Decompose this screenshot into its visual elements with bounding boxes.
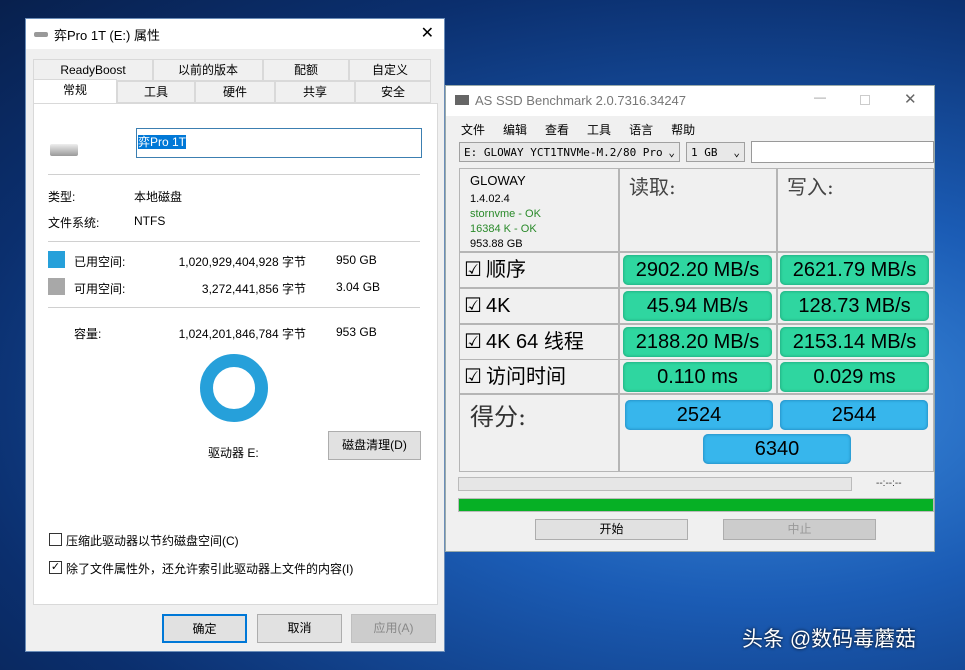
ok-button[interactable]: 确定 bbox=[162, 614, 247, 643]
drive-label: 驱动器 E: bbox=[208, 444, 259, 461]
menu-language[interactable]: 语言 bbox=[629, 121, 653, 138]
row-checkbox-icon[interactable]: ☑ bbox=[464, 289, 482, 323]
window-title: AS SSD Benchmark 2.0.7316.34247 bbox=[475, 93, 686, 108]
size-select[interactable]: 1 GB⌄ bbox=[686, 142, 745, 162]
tab-previous-versions[interactable]: 以前的版本 bbox=[153, 59, 263, 81]
free-color-swatch bbox=[48, 278, 65, 295]
score-write: 2544 bbox=[780, 400, 928, 430]
drive-select[interactable]: E: GLOWAY YCT1TNVMe-M.2/80 Pro⌄ bbox=[459, 142, 680, 162]
tab-general[interactable]: 常规 bbox=[33, 79, 117, 103]
score-read: 2524 bbox=[625, 400, 773, 430]
type-value: 本地磁盘 bbox=[134, 188, 182, 205]
used-size: 950 GB bbox=[336, 253, 377, 267]
free-label: 可用空间: bbox=[74, 280, 125, 297]
type-label: 类型: bbox=[48, 188, 75, 205]
row-label-cell: ☑ 顺序 bbox=[459, 252, 619, 288]
app-icon bbox=[455, 95, 469, 105]
write-value: 128.73 MB/s bbox=[780, 291, 929, 321]
elapsed-time: --:--:-- bbox=[876, 478, 902, 489]
used-label: 已用空间: bbox=[74, 253, 125, 270]
read-value: 0.110 ms bbox=[623, 362, 772, 392]
row-label-cell: ☑ 访问时间 bbox=[459, 359, 619, 394]
write-value: 2153.14 MB/s bbox=[780, 327, 929, 357]
capacity-size: 953 GB bbox=[336, 325, 377, 339]
disk-cleanup-button[interactable]: 磁盘清理(D) bbox=[328, 431, 421, 460]
general-panel: 弈Pro 1T 类型: 本地磁盘 文件系统: NTFS 已用空间: 1,020,… bbox=[33, 103, 438, 605]
menu-help[interactable]: 帮助 bbox=[671, 121, 695, 138]
row-label: 4K bbox=[486, 289, 510, 323]
start-button[interactable]: 开始 bbox=[535, 519, 688, 540]
used-bytes: 1,020,929,404,928 字节 bbox=[174, 253, 306, 270]
row-label: 访问时间 bbox=[486, 360, 566, 394]
volume-name-input[interactable]: 弈Pro 1T bbox=[136, 128, 422, 158]
tab-customize[interactable]: 自定义 bbox=[349, 59, 431, 81]
read-value: 2902.20 MB/s bbox=[623, 255, 772, 285]
row-checkbox-icon[interactable]: ☑ bbox=[464, 253, 482, 287]
capacity-label: 容量: bbox=[74, 325, 101, 342]
apply-button[interactable]: 应用(A) bbox=[351, 614, 436, 643]
write-value: 0.029 ms bbox=[780, 362, 929, 392]
tab-hardware[interactable]: 硬件 bbox=[195, 81, 275, 103]
cancel-button[interactable]: 取消 bbox=[257, 614, 342, 643]
score-label-cell: 得分: bbox=[459, 394, 619, 472]
read-value: 45.94 MB/s bbox=[623, 291, 772, 321]
as-ssd-window: AS SSD Benchmark 2.0.7316.34247 — ✕ 文件 编… bbox=[445, 85, 935, 552]
window-title: 弈Pro 1T (E:) 属性 bbox=[54, 25, 160, 44]
capacity-bytes: 1,024,201,846,784 字节 bbox=[174, 325, 306, 342]
drive-icon bbox=[50, 144, 78, 156]
output-field[interactable] bbox=[751, 141, 934, 163]
free-size: 3.04 GB bbox=[336, 280, 380, 294]
tab-readyboost[interactable]: ReadyBoost bbox=[33, 59, 153, 81]
usage-donut-chart bbox=[200, 354, 268, 422]
progress-fill bbox=[459, 499, 933, 511]
close-icon[interactable]: ✕ bbox=[904, 90, 917, 108]
compress-label: 压缩此驱动器以节约磁盘空间(C) bbox=[66, 532, 239, 549]
menu-file[interactable]: 文件 bbox=[461, 121, 485, 138]
row-label-cell: ☑ 4K 64 线程 bbox=[459, 324, 619, 360]
chevron-down-icon: ⌄ bbox=[668, 143, 675, 163]
fs-label: 文件系统: bbox=[48, 214, 99, 231]
total-progress-bar bbox=[458, 498, 934, 512]
maximize-icon[interactable] bbox=[860, 95, 870, 105]
properties-window: 弈Pro 1T (E:) 属性 ✕ ReadyBoost 以前的版本 配额 自定… bbox=[25, 18, 445, 652]
tab-security[interactable]: 安全 bbox=[355, 81, 431, 103]
menu-edit[interactable]: 编辑 bbox=[503, 121, 527, 138]
index-checkbox[interactable]: ✓ bbox=[49, 561, 62, 574]
fs-value: NTFS bbox=[134, 214, 165, 228]
compress-checkbox[interactable] bbox=[49, 533, 62, 546]
drive-icon bbox=[34, 32, 48, 37]
drive-info: GLOWAY 1.4.02.4 stornvme - OK 16384 K - … bbox=[459, 168, 619, 252]
menu-tools[interactable]: 工具 bbox=[587, 121, 611, 138]
write-value: 2621.79 MB/s bbox=[780, 255, 929, 285]
test-progress-bar bbox=[458, 477, 852, 491]
menu-view[interactable]: 查看 bbox=[545, 121, 569, 138]
abort-button[interactable]: 中止 bbox=[723, 519, 876, 540]
read-header: 读取: bbox=[619, 168, 777, 252]
index-label: 除了文件属性外，还允许索引此驱动器上文件的内容(I) bbox=[66, 560, 353, 577]
read-value: 2188.20 MB/s bbox=[623, 327, 772, 357]
tab-sharing[interactable]: 共享 bbox=[275, 81, 355, 103]
chevron-down-icon: ⌄ bbox=[733, 143, 740, 163]
title-bar: AS SSD Benchmark 2.0.7316.34247 — ✕ bbox=[446, 86, 934, 116]
used-color-swatch bbox=[48, 251, 65, 268]
row-label: 4K 64 线程 bbox=[486, 325, 584, 359]
close-icon[interactable]: ✕ bbox=[421, 23, 434, 43]
free-bytes: 3,272,441,856 字节 bbox=[174, 280, 306, 297]
write-header: 写入: bbox=[777, 168, 934, 252]
row-label-cell: ☑ 4K bbox=[459, 288, 619, 324]
row-checkbox-icon[interactable]: ☑ bbox=[464, 360, 482, 394]
title-bar: 弈Pro 1T (E:) 属性 ✕ bbox=[26, 19, 444, 49]
tab-quota[interactable]: 配额 bbox=[263, 59, 349, 81]
tab-tools[interactable]: 工具 bbox=[117, 81, 195, 103]
row-label: 顺序 bbox=[486, 253, 526, 287]
score-total: 6340 bbox=[703, 434, 851, 464]
row-checkbox-icon[interactable]: ☑ bbox=[464, 325, 482, 359]
minimize-icon[interactable]: — bbox=[814, 90, 826, 104]
menu-bar: 文件 编辑 查看 工具 语言 帮助 bbox=[461, 121, 695, 138]
watermark: 头条 @数码毒蘑菇 bbox=[742, 623, 916, 653]
